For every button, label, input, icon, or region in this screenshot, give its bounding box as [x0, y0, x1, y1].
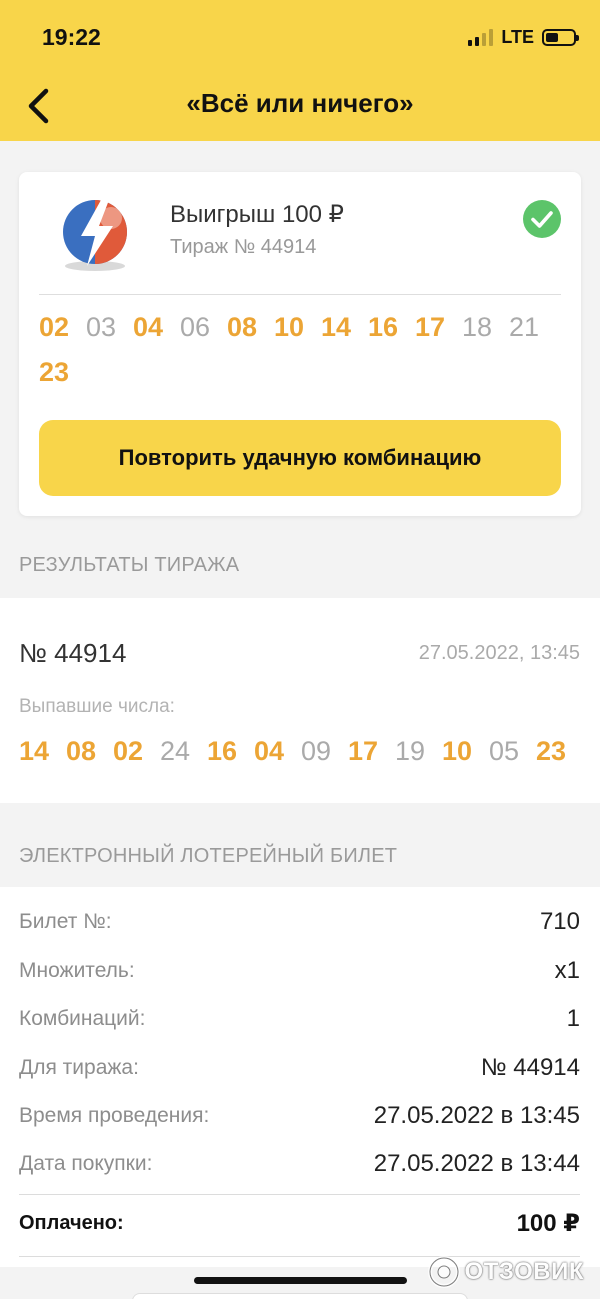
detail-row-purchase-date: Дата покупки: 27.05.2022 в 13:44	[19, 1149, 580, 1179]
detail-row-ticket-number: Билет №: 710	[19, 907, 580, 937]
page-title: «Всё или ничего»	[186, 88, 414, 118]
detail-row-multiplier: Множитель: x1	[19, 956, 580, 986]
detail-row-combinations: Комбинаций: 1	[19, 1004, 580, 1034]
drawn-number-miss: 09	[301, 736, 332, 766]
drawn-number-hit: 17	[348, 736, 379, 766]
lightning-ball-logo	[63, 200, 127, 271]
detail-label: Комбинаций:	[19, 1007, 146, 1030]
ticket-number-hit: 10	[274, 312, 305, 342]
ticket-number-miss: 03	[86, 312, 117, 342]
detail-value: 1	[566, 1005, 580, 1032]
ticket-section-title: ЭЛЕКТРОННЫЙ ЛОТЕРЕЙНЫЙ БИЛЕТ	[19, 845, 398, 867]
divider	[19, 1194, 580, 1195]
app-header: 19:22 LTE «Всё или ничего»	[0, 0, 600, 141]
drawn-number-miss: 05	[489, 736, 520, 766]
battery-icon	[542, 28, 579, 46]
draw-number: Тираж № 44914	[170, 236, 317, 258]
draw-results-panel: № 44914 27.05.2022, 13:45 Выпавшие числа…	[0, 598, 600, 803]
network-type: LTE	[501, 26, 534, 47]
ticket-number-miss: 06	[180, 312, 211, 342]
ticket-details-panel: Билет №: 710 Множитель: x1 Комбинаций: 1…	[0, 887, 600, 1267]
drawn-number-hit: 14	[19, 736, 50, 766]
drawn-number-hit: 16	[207, 736, 238, 766]
repeat-combination-button[interactable]: Повторить удачную комбинацию	[39, 420, 561, 496]
drawn-number-hit: 02	[113, 736, 144, 766]
status-indicators: LTE	[468, 26, 579, 48]
detail-row-draw-time: Время проведения: 27.05.2022 в 13:45	[19, 1101, 580, 1131]
detail-value: 710	[539, 908, 580, 935]
drawn-number-miss: 24	[160, 736, 191, 766]
detail-label: Дата покупки:	[19, 1152, 153, 1175]
home-indicator[interactable]	[194, 1277, 407, 1284]
detail-label: Время проведения:	[19, 1104, 210, 1127]
ticket-number-miss: 21	[509, 312, 540, 342]
signal-icon	[468, 28, 494, 46]
results-section-title: РЕЗУЛЬТАТЫ ТИРАЖА	[19, 554, 240, 576]
watermark-text: ОТЗОВИК	[464, 1258, 584, 1285]
watermark: ОТЗОВИК	[427, 1254, 584, 1290]
drawn-numbers-label: Выпавшие числа:	[19, 696, 175, 717]
detail-label: Множитель:	[19, 959, 135, 982]
detail-value: № 44914	[480, 1054, 580, 1081]
check-circle-icon	[523, 200, 561, 238]
ticket-number-hit: 08	[227, 312, 258, 342]
drawn-number-hit: 04	[254, 736, 285, 766]
ticket-number-hit: 16	[368, 312, 399, 342]
status-bar: 19:22 LTE	[0, 0, 600, 70]
detail-value: 27.05.2022 в 13:45	[373, 1102, 580, 1129]
drawn-number-hit: 23	[536, 736, 567, 766]
ticket-number-hit: 14	[321, 312, 352, 342]
detail-label: Билет №:	[19, 910, 112, 933]
ticket-number-hit: 23	[39, 357, 70, 387]
drawn-number-miss: 19	[395, 736, 426, 766]
drawn-number-hit: 10	[442, 736, 473, 766]
ticket-number-hit: 04	[133, 312, 164, 342]
ticket-number-miss: 18	[462, 312, 493, 342]
paid-label: Оплачено:	[19, 1211, 124, 1234]
detail-value: x1	[554, 957, 580, 984]
drawn-number-hit: 08	[66, 736, 97, 766]
detail-value: 27.05.2022 в 13:44	[373, 1150, 580, 1177]
divider	[39, 294, 561, 295]
paid-value: 100 ₽	[516, 1209, 580, 1237]
ticket-numbers: 02 03 04 06 08 10 14 16 17 18 21 23	[39, 312, 559, 388]
watermark-logo-icon	[427, 1256, 460, 1288]
detail-label: Для тиража:	[19, 1056, 139, 1079]
results-draw-date: 27.05.2022, 13:45	[418, 642, 580, 664]
win-amount: Выигрыш 100 ₽	[170, 201, 344, 228]
status-time: 19:22	[42, 24, 101, 50]
ticket-number-hit: 17	[415, 312, 446, 342]
drawn-numbers: 14 08 02 24 16 04 09 17 19 10 05 23	[19, 736, 567, 767]
detail-row-paid: Оплачено: 100 ₽	[19, 1208, 580, 1238]
win-card: Выигрыш 100 ₽ Тираж № 44914 02 03 04 06 08 10…	[19, 172, 581, 516]
detail-row-draw: Для тиража: № 44914	[19, 1053, 580, 1083]
results-draw-number: № 44914	[19, 638, 127, 668]
bottom-sheet-edge	[132, 1293, 468, 1299]
ticket-number-hit: 02	[39, 312, 70, 342]
